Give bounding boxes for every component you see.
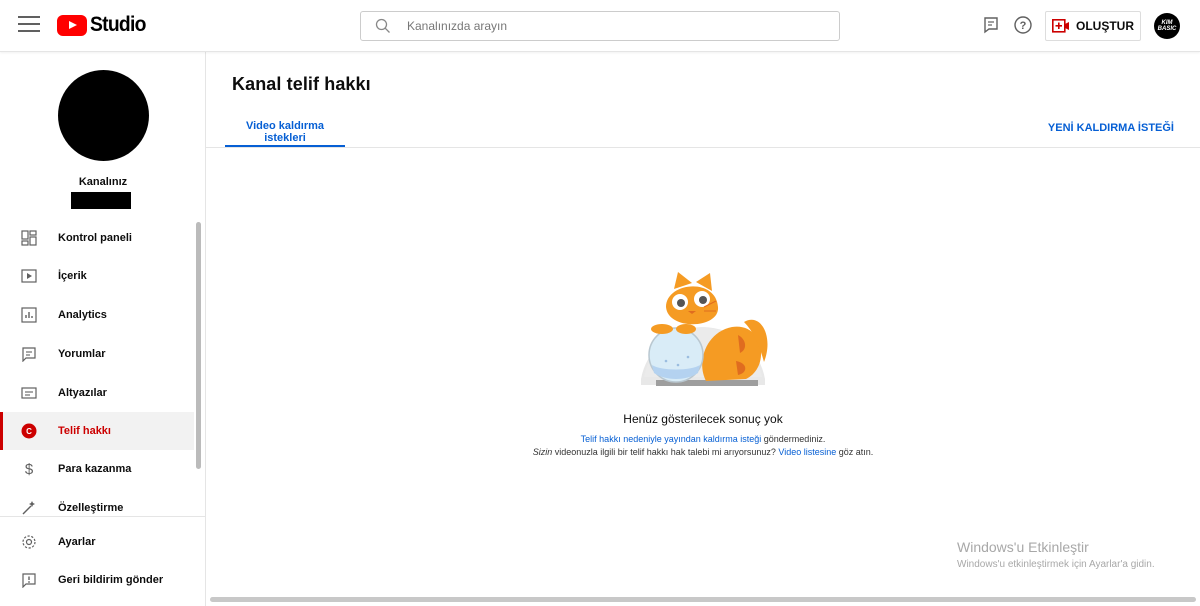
sidebar-item-customization[interactable]: Özelleştirme	[0, 489, 194, 527]
empty-state-title: Henüz gösterilecek sonuç yok	[623, 412, 783, 426]
create-button-label: OLUŞTUR	[1076, 19, 1134, 33]
sidebar-divider	[0, 516, 206, 517]
sidebar-item-copyright[interactable]: C Telif hakkı	[0, 412, 194, 450]
new-removal-request-link[interactable]: YENİ KALDIRMA İSTEĞİ	[1048, 122, 1174, 134]
sidebar-item-label: Telif hakkı	[58, 425, 111, 437]
copyright-icon: C	[20, 422, 38, 440]
avatar-text: KIM BASIC	[1157, 20, 1177, 32]
watermark-subtitle: Windows'u etkinleştirmek için Ayarlar'a …	[957, 559, 1155, 570]
sidebar-item-label: Altyazılar	[58, 387, 107, 399]
cat-fishbowl-illustration	[641, 272, 768, 386]
watermark-title: Windows'u Etkinleştir	[957, 539, 1089, 555]
tabs-divider	[206, 147, 1200, 148]
channel-name-redacted	[71, 192, 131, 209]
feedback-icon[interactable]	[981, 15, 1001, 35]
sidebar-item-label: Yorumlar	[58, 348, 106, 360]
tab-video-removal-requests[interactable]: Video kaldırma istekleri	[225, 120, 345, 148]
feedback-icon	[20, 571, 38, 589]
sidebar-item-label: Para kazanma	[58, 463, 132, 475]
empty-state-text: göndermediniz.	[761, 434, 826, 444]
sidebar-item-content[interactable]: İçerik	[0, 257, 194, 295]
removal-request-link[interactable]: Telif hakkı nedeniyle yayından kaldırma …	[581, 434, 762, 444]
studio-logo[interactable]: Studio	[57, 13, 151, 37]
gear-icon	[20, 533, 38, 551]
empty-state-emphasis: Sizin	[532, 447, 553, 457]
empty-state-text: göz atın.	[836, 447, 874, 457]
sidebar-item-label: Ayarlar	[58, 536, 96, 548]
page-title: Kanal telif hakkı	[232, 74, 371, 94]
create-video-icon	[1052, 19, 1069, 33]
svg-text:C: C	[26, 427, 32, 436]
content-icon	[20, 267, 38, 285]
menu-icon[interactable]	[18, 16, 40, 34]
sidebar-item-dashboard[interactable]: Kontrol paneli	[0, 219, 194, 257]
channel-label: Kanalınız	[78, 176, 128, 188]
sidebar-item-subtitles[interactable]: Altyazılar	[0, 374, 194, 412]
sidebar-item-monetization[interactable]: $ Para kazanma	[0, 450, 194, 488]
empty-state-text: videonuzla ilgili bir telif hakkı hak ta…	[552, 447, 779, 457]
sidebar-item-label: İçerik	[58, 270, 87, 282]
sidebar-item-label: Geri bildirim gönder	[58, 574, 164, 586]
horizontal-scrollbar[interactable]	[210, 597, 1196, 602]
sidebar-item-analytics[interactable]: Analytics	[0, 296, 194, 334]
search-icon	[375, 18, 390, 33]
magic-wand-icon	[20, 499, 38, 517]
search-input[interactable]	[407, 19, 807, 33]
search-bar[interactable]	[360, 11, 840, 41]
video-list-link[interactable]: Video listesine	[778, 447, 836, 457]
account-avatar[interactable]: KIM BASIC	[1154, 13, 1180, 39]
youtube-logo-icon	[57, 14, 87, 36]
svg-text:$: $	[25, 461, 34, 477]
sidebar-item-settings[interactable]: Ayarlar	[0, 523, 194, 561]
svg-text:?: ?	[1020, 20, 1027, 32]
sidebar-item-label: Analytics	[58, 309, 107, 321]
channel-avatar[interactable]	[58, 70, 149, 161]
create-button[interactable]: OLUŞTUR	[1045, 11, 1141, 41]
empty-state-line-1: Telif hakkı nedeniyle yayından kaldırma …	[206, 434, 1200, 444]
sidebar-item-comments[interactable]: Yorumlar	[0, 335, 194, 373]
top-bar: Studio ? OLUŞTUR KIM BASIC	[0, 0, 1200, 52]
sidebar: Kanalınız Kontrol paneli İçerik Analytic…	[0, 52, 206, 606]
dollar-icon: $	[20, 460, 38, 478]
windows-activation-watermark: Windows'u Etkinleştir Windows'u etkinleş…	[957, 539, 1155, 570]
logo-text: Studio	[90, 13, 146, 36]
help-icon[interactable]: ?	[1013, 15, 1033, 35]
sidebar-item-label: Kontrol paneli	[58, 232, 132, 244]
comments-icon	[20, 345, 38, 363]
subtitles-icon	[20, 384, 38, 402]
sidebar-scrollbar[interactable]	[196, 222, 201, 469]
sidebar-item-label: Özelleştirme	[58, 502, 124, 514]
analytics-icon	[20, 306, 38, 324]
main-content: Kanal telif hakkı Video kaldırma istekle…	[206, 52, 1200, 606]
empty-state-line-2: Sizin videonuzla ilgili bir telif hakkı …	[206, 447, 1200, 457]
dashboard-icon	[20, 229, 38, 247]
sidebar-item-send-feedback[interactable]: Geri bildirim gönder	[0, 561, 194, 599]
